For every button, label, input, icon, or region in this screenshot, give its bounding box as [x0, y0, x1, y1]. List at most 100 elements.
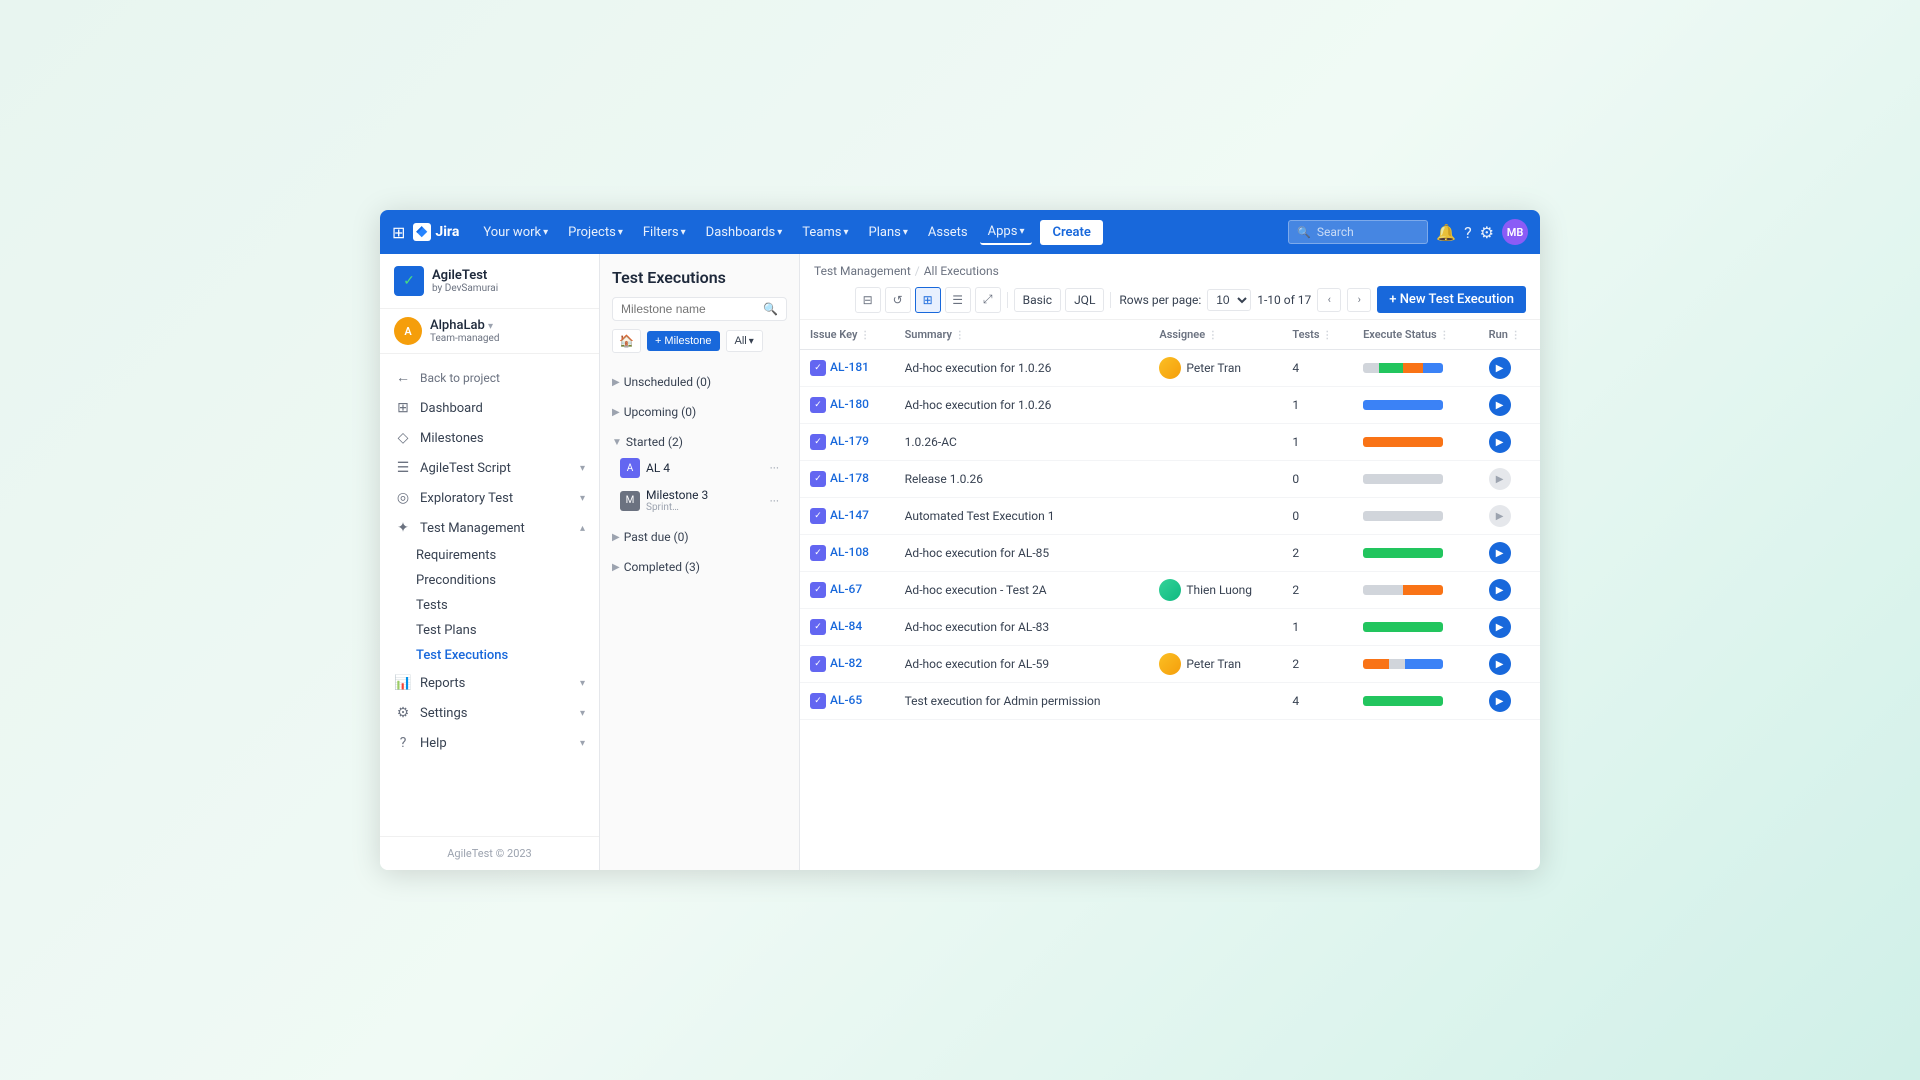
cell-issue-key: ✓AL-65: [800, 683, 895, 720]
basic-filter-button[interactable]: Basic: [1014, 288, 1061, 312]
grid-view-button[interactable]: ⊞: [915, 287, 941, 313]
milestone-search-box[interactable]: 🔍: [612, 297, 787, 321]
pagination-prev-button[interactable]: ‹: [1317, 288, 1341, 312]
chevron-down-icon: ▾: [580, 493, 585, 504]
test-management-sub: Requirements Preconditions Tests Test Pl…: [380, 543, 599, 668]
team-section[interactable]: A AlphaLab ▾ Team-managed: [380, 309, 599, 354]
run-button[interactable]: ▶: [1489, 690, 1511, 712]
pagination-next-button[interactable]: ›: [1347, 288, 1371, 312]
main-body: ✓ AgileTest by DevSamurai A AlphaLab ▾ T…: [380, 254, 1540, 870]
cell-run: ▶: [1479, 535, 1540, 572]
milestone-group-started-header[interactable]: ▼ Started (2): [612, 431, 787, 453]
sidebar-item-agiletest-script[interactable]: ☰ AgileTest Script ▾: [380, 453, 599, 483]
milestone-group-upcoming: ▶ Upcoming (0): [600, 397, 799, 427]
jql-filter-button[interactable]: JQL: [1065, 288, 1104, 312]
issue-key-link[interactable]: AL-67: [830, 582, 862, 596]
milestone-search-input[interactable]: [621, 302, 759, 316]
issue-key-link[interactable]: AL-84: [830, 619, 862, 633]
sidebar-item-test-plans[interactable]: Test Plans: [416, 618, 599, 643]
home-button[interactable]: 🏠: [612, 329, 641, 353]
issue-key-link[interactable]: AL-181: [830, 360, 869, 374]
avatar[interactable]: MB: [1502, 219, 1528, 245]
table-row: ✓AL-82Ad-hoc execution for AL-59Peter Tr…: [800, 646, 1540, 683]
table-header: Issue Key ⋮ Summary ⋮ Assignee ⋮: [800, 320, 1540, 350]
help-icon[interactable]: ?: [1464, 223, 1472, 242]
create-button[interactable]: Create: [1040, 220, 1102, 245]
more-icon[interactable]: ···: [770, 494, 779, 508]
issue-key-link[interactable]: AL-178: [830, 471, 869, 485]
search-box[interactable]: 🔍 Search: [1288, 220, 1428, 244]
sidebar-item-test-management[interactable]: ✦ Test Management ▴: [380, 513, 599, 543]
sidebar-item-exploratory[interactable]: ◎ Exploratory Test ▾: [380, 483, 599, 513]
sidebar-item-settings[interactable]: ⚙ Settings ▾: [380, 698, 599, 728]
milestone-group-header[interactable]: ▶ Unscheduled (0): [612, 371, 787, 393]
run-button[interactable]: ▶: [1489, 394, 1511, 416]
issue-icon: ✓: [810, 360, 826, 376]
nav-plans[interactable]: Plans ▾: [861, 221, 916, 244]
issue-icon: ✓: [810, 508, 826, 524]
issue-key-link[interactable]: AL-82: [830, 656, 862, 670]
milestone-item-milestone3[interactable]: M Milestone 3 Sprint… ···: [612, 483, 787, 518]
sidebar-item-tests[interactable]: Tests: [416, 593, 599, 618]
sidebar-item-requirements[interactable]: Requirements: [416, 543, 599, 568]
expand-button[interactable]: ⤢: [975, 287, 1001, 313]
issue-key-link[interactable]: AL-179: [830, 434, 869, 448]
list-view-button[interactable]: ☰: [945, 287, 971, 313]
milestone-group-header[interactable]: ▶ Upcoming (0): [612, 401, 787, 423]
nav-assets[interactable]: Assets: [920, 221, 976, 244]
jira-logo[interactable]: Jira: [413, 223, 459, 241]
run-button[interactable]: ▶: [1489, 542, 1511, 564]
refresh-button[interactable]: ↺: [885, 287, 911, 313]
cell-tests: 2: [1282, 572, 1353, 609]
table-row: ✓AL-180Ad-hoc execution for 1.0.261▶: [800, 387, 1540, 424]
nav-apps[interactable]: Apps ▾: [980, 220, 1033, 245]
nav-projects[interactable]: Projects ▾: [560, 221, 631, 244]
grid-icon[interactable]: ⊞: [392, 223, 405, 242]
nav-filters[interactable]: Filters ▾: [635, 221, 694, 244]
issue-key-link[interactable]: AL-180: [830, 397, 869, 411]
chevron-down-icon: ▾: [580, 463, 585, 474]
col-resize-handle[interactable]: ⋮: [1322, 330, 1332, 341]
milestone-group-header[interactable]: ▶ Past due (0): [612, 526, 787, 548]
nav-your-work[interactable]: Your work ▾: [475, 221, 556, 244]
col-resize-handle[interactable]: ⋮: [860, 330, 870, 341]
sidebar-item-test-executions[interactable]: Test Executions: [416, 643, 599, 668]
run-button[interactable]: ▶: [1489, 616, 1511, 638]
nav-dashboards[interactable]: Dashboards ▾: [698, 221, 791, 244]
settings-icon[interactable]: ⚙: [1480, 223, 1494, 242]
col-resize-handle[interactable]: ⋮: [1208, 330, 1218, 341]
all-filter-button[interactable]: All ▾: [726, 330, 763, 352]
sidebar-item-back[interactable]: ← Back to project: [380, 362, 599, 393]
breadcrumb-test-management[interactable]: Test Management: [814, 264, 911, 278]
sidebar-item-reports[interactable]: 📊 Reports ▾: [380, 668, 599, 698]
issue-key-link[interactable]: AL-65: [830, 693, 862, 707]
sidebar-item-help[interactable]: ? Help ▾: [380, 728, 599, 758]
run-button[interactable]: ▶: [1489, 431, 1511, 453]
run-button[interactable]: ▶: [1489, 579, 1511, 601]
col-resize-handle[interactable]: ⋮: [1511, 330, 1521, 341]
breadcrumb: Test Management / All Executions: [814, 264, 1526, 278]
more-icon[interactable]: ···: [770, 461, 779, 475]
col-resize-handle[interactable]: ⋮: [1439, 330, 1449, 341]
new-test-execution-button[interactable]: + New Test Execution: [1377, 286, 1526, 313]
left-panel-title: Test Executions: [612, 268, 787, 287]
settings-icon: ⚙: [394, 705, 412, 721]
sidebar-item-dashboard[interactable]: ⊞ Dashboard: [380, 393, 599, 423]
rows-per-page-select[interactable]: 10 20 50: [1207, 289, 1251, 311]
run-button[interactable]: ▶: [1489, 653, 1511, 675]
issue-key-link[interactable]: AL-108: [830, 545, 869, 559]
notifications-icon[interactable]: 🔔: [1436, 223, 1456, 242]
run-button[interactable]: ▶: [1489, 357, 1511, 379]
main-panel: Test Management / All Executions ⊟ ↺ ⊞ ☰…: [800, 254, 1540, 870]
nav-teams[interactable]: Teams ▾: [794, 221, 856, 244]
milestone-group-header[interactable]: ▶ Completed (3): [612, 556, 787, 578]
sidebar-item-preconditions[interactable]: Preconditions: [416, 568, 599, 593]
sidebar-item-milestones[interactable]: ◇ Milestones: [380, 423, 599, 453]
data-table: Issue Key ⋮ Summary ⋮ Assignee ⋮: [800, 320, 1540, 870]
issue-key-link[interactable]: AL-147: [830, 508, 869, 522]
milestone-item-al4[interactable]: A AL 4 ···: [612, 453, 787, 483]
add-milestone-button[interactable]: + Milestone: [647, 331, 720, 351]
filter-icon-button[interactable]: ⊟: [855, 287, 881, 313]
search-icon: 🔍: [763, 302, 778, 316]
col-resize-handle[interactable]: ⋮: [955, 330, 965, 341]
